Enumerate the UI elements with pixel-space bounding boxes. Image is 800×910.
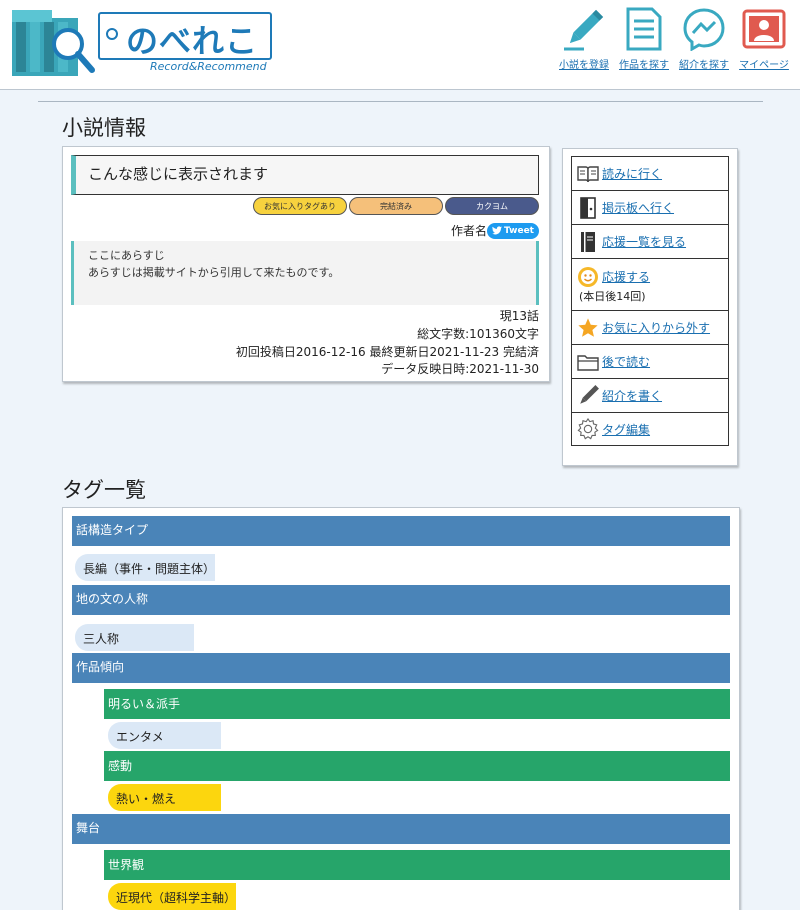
action-menu: 読みに行く 掲示板へ行く 応援一覧を見る 応援する (本日後14回) お気に入り… <box>562 148 738 466</box>
tag-chip[interactable]: 三人称 <box>75 624 194 651</box>
cheer-icon <box>577 266 599 288</box>
action-read-later[interactable]: 後で読む <box>571 344 729 378</box>
tag-subcategory: 感動 <box>104 751 730 781</box>
badge-site: カクヨム <box>445 197 539 215</box>
action-read[interactable]: 読みに行く <box>571 156 729 190</box>
tag-chip[interactable]: 熱い・燃え <box>108 784 221 811</box>
pen-icon <box>577 384 599 407</box>
author-row: 作者名 Tweet <box>451 222 539 239</box>
novel-badges: お気に入りタグあり 完結済み カクヨム <box>253 197 539 215</box>
episode-count: 現13話 <box>499 309 539 323</box>
action-label: 紹介を書く <box>602 389 663 403</box>
header-nav: 小説を登録 作品を探す 紹介を探す マイページ <box>556 6 792 71</box>
folder-icon <box>577 351 599 373</box>
logo-wordmark: のべれこ <box>98 12 272 60</box>
author-name[interactable]: 作者名 <box>451 222 487 239</box>
action-label: タグ編集 <box>602 422 651 437</box>
cheer-row: 応援する <box>577 266 650 288</box>
nav-label: 作品を探す <box>619 60 669 71</box>
action-label: お気に入りから外す <box>602 321 711 335</box>
tag-list-panel: 話構造タイプ 長編（事件・問題主体） 地の文の人称 三人称 作品傾向 明るい＆派… <box>62 507 740 910</box>
twitter-bird-icon <box>492 226 502 235</box>
pencil-icon <box>560 6 608 52</box>
nav-label: 小説を登録 <box>559 60 609 71</box>
tag-category: 舞台 <box>72 814 730 844</box>
action-label: 読みに行く <box>602 167 663 181</box>
nav-register-novel[interactable]: 小説を登録 <box>556 6 612 71</box>
nav-find-works[interactable]: 作品を探す <box>616 6 672 71</box>
action-label: 後で読む <box>602 355 651 369</box>
data-reflected-time: データ反映日時:2021-11-30 <box>381 362 539 376</box>
action-edit-tags[interactable]: タグ編集 <box>571 412 729 446</box>
action-label: 応援一覧を見る <box>602 235 687 249</box>
action-cheer[interactable]: 応援する (本日後14回) <box>571 258 729 310</box>
document-icon <box>620 6 668 52</box>
cheer-remaining: (本日後14回) <box>579 289 646 303</box>
action-board[interactable]: 掲示板へ行く <box>571 190 729 224</box>
action-cheer-list[interactable]: 応援一覧を見る <box>571 224 729 258</box>
synopsis-line: あらすじは掲載サイトから引用して来たものです。 <box>88 266 340 279</box>
messenger-icon <box>680 6 728 52</box>
novel-info-heading: 小説情報 <box>62 116 146 140</box>
badge-favorite-tag: お気に入りタグあり <box>253 197 347 215</box>
header-divider <box>38 101 763 102</box>
nav-my-page[interactable]: マイページ <box>736 6 792 71</box>
tag-chip[interactable]: 長編（事件・問題主体） <box>75 554 215 581</box>
post-dates: 初回投稿日2016-12-16 最終更新日2021-11-23 完結済 <box>235 345 539 359</box>
gear-icon <box>577 418 599 440</box>
site-logo[interactable]: のべれこ Record&Recommend <box>10 10 272 80</box>
novel-card: こんな感じに表示されます お気に入りタグあり 完結済み カクヨム 作者名 Twe… <box>62 146 550 382</box>
tag-category: 作品傾向 <box>72 653 730 683</box>
profile-icon <box>740 6 788 52</box>
door-icon <box>577 196 599 219</box>
notebook-icon <box>577 231 599 253</box>
action-remove-favorite[interactable]: お気に入りから外す <box>571 310 729 344</box>
tag-subcategory: 世界観 <box>104 850 730 880</box>
tag-category: 地の文の人称 <box>72 585 730 615</box>
tweet-button[interactable]: Tweet <box>487 222 539 239</box>
book-open-icon <box>577 163 599 185</box>
tag-list-heading: タグ一覧 <box>62 478 146 502</box>
tag-chip[interactable]: 近現代（超科学主軸） <box>108 883 236 910</box>
logo-text: のべれこ <box>126 22 259 60</box>
star-icon <box>577 317 599 339</box>
nav-label: 紹介を探す <box>679 60 729 71</box>
tag-subcategory: 明るい＆派手 <box>104 689 730 719</box>
nav-label: マイページ <box>739 60 789 71</box>
badge-completed: 完結済み <box>349 197 443 215</box>
nav-find-reviews[interactable]: 紹介を探す <box>676 6 732 71</box>
bookshelf-logo-icon <box>12 10 95 76</box>
synopsis-box: ここにあらすじ あらすじは掲載サイトから引用して来たものです。 <box>71 241 539 305</box>
action-write-review[interactable]: 紹介を書く <box>571 378 729 412</box>
tag-category: 話構造タイプ <box>72 516 730 546</box>
action-label: 掲示板へ行く <box>602 201 675 215</box>
synopsis-line: ここにあらすじ <box>88 249 165 262</box>
logo-subtitle: Record&Recommend <box>150 60 267 73</box>
tweet-label: Tweet <box>504 225 534 236</box>
tag-chip[interactable]: エンタメ <box>108 722 221 749</box>
logo-dot-icon <box>106 28 118 40</box>
site-header: のべれこ Record&Recommend 小説を登録 作品を探す 紹介を探す <box>0 0 800 90</box>
word-count: 総文字数:101360文字 <box>417 327 539 341</box>
novel-title: こんな感じに表示されます <box>71 155 539 195</box>
action-label: 応援する <box>602 270 651 284</box>
